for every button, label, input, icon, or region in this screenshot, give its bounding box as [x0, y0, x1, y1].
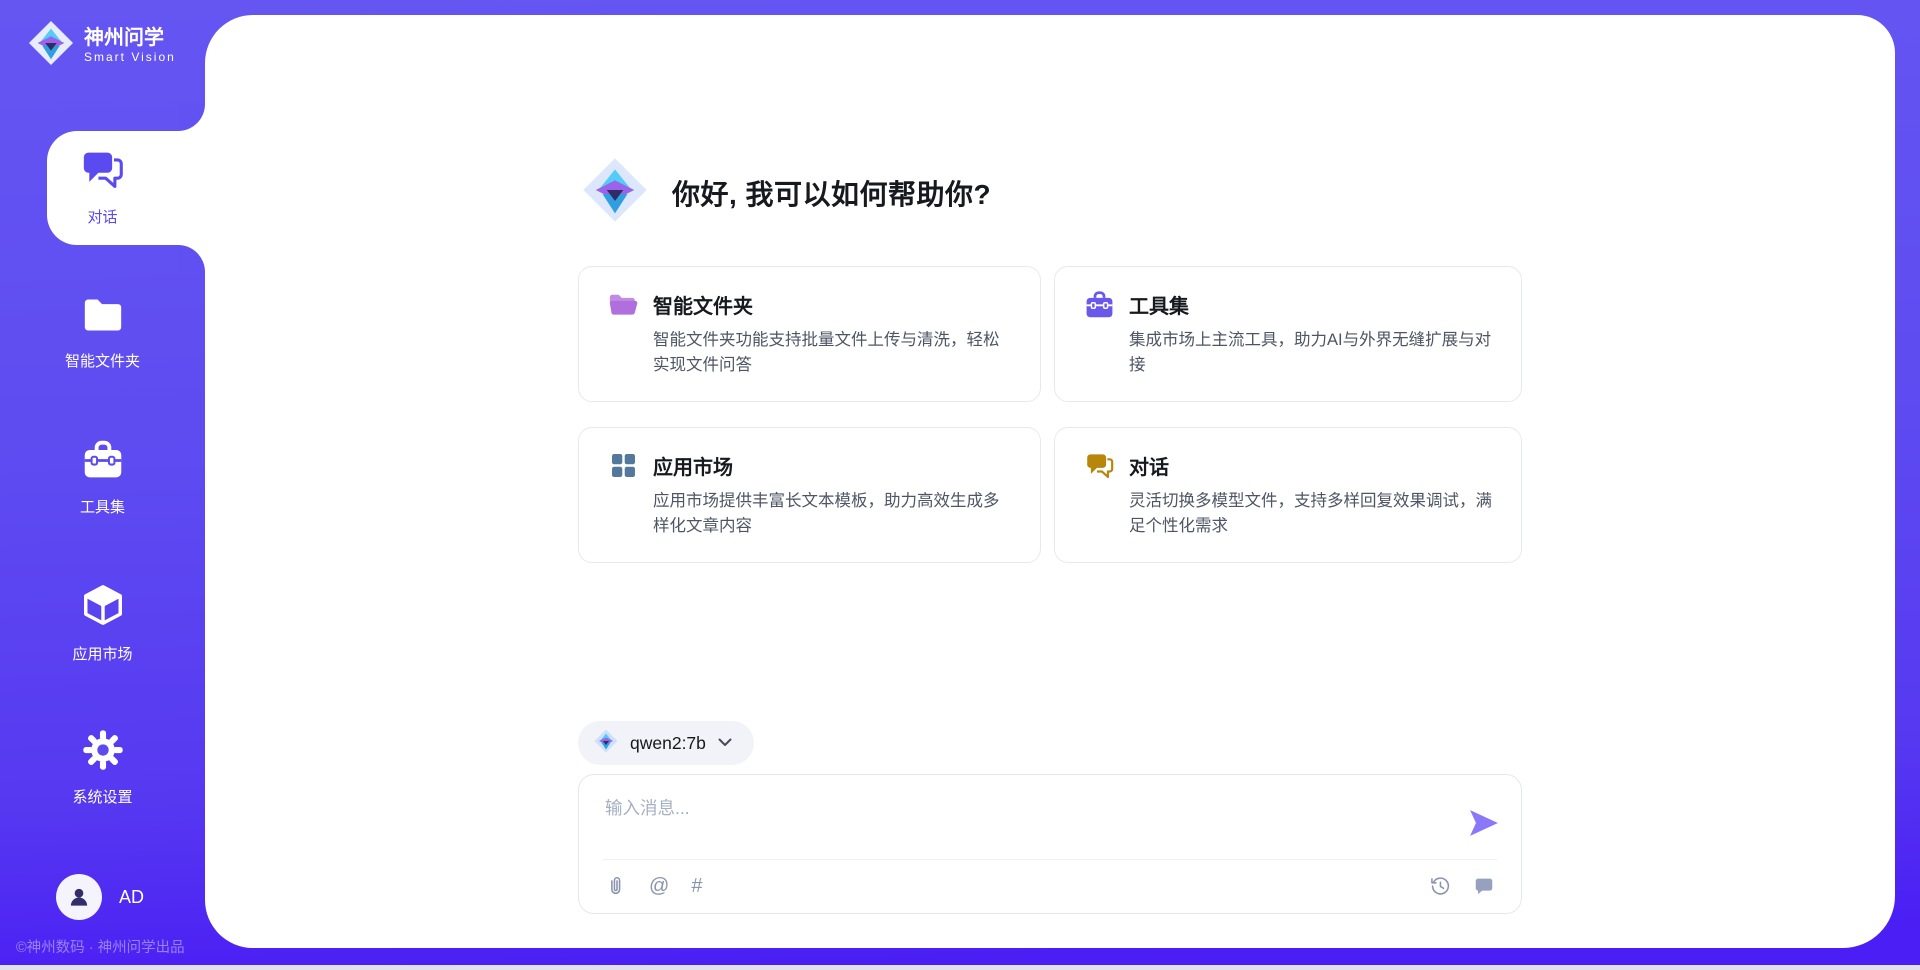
- model-selector[interactable]: qwen2:7b: [578, 721, 754, 765]
- grid-icon: [607, 449, 640, 482]
- sidebar-item-label: 系统设置: [72, 786, 132, 807]
- person-icon: [66, 884, 92, 910]
- user-name: AD: [119, 887, 144, 908]
- folder-icon: [81, 295, 125, 340]
- feedback-bubble-icon[interactable]: [1473, 875, 1495, 897]
- send-icon[interactable]: [1469, 809, 1499, 842]
- cube-icon: [80, 582, 126, 633]
- folder-open-icon: [607, 288, 640, 321]
- main-panel: 你好, 我可以如何帮助你? 智能文件夹 智能文件夹功能支持批量文件上传与清洗，轻…: [205, 15, 1895, 948]
- card-toolbox[interactable]: 工具集 集成市场上主流工具，助力AI与外界无缝扩展与对接: [1054, 266, 1522, 402]
- card-title: 对话: [1129, 451, 1169, 480]
- message-composer: @ #: [578, 774, 1522, 914]
- concave-corner-bottom: [178, 245, 205, 272]
- sidebar-item-smart-folder[interactable]: 智能文件夹: [0, 276, 205, 390]
- card-title: 智能文件夹: [653, 290, 753, 319]
- model-diamond-icon: [594, 729, 618, 758]
- user-profile[interactable]: AD: [56, 874, 144, 920]
- card-description: 集成市场上主流工具，助力AI与外界无缝扩展与对接: [1129, 328, 1493, 378]
- card-description: 智能文件夹功能支持批量文件上传与清洗，轻松实现文件问答: [653, 328, 1012, 378]
- card-title: 应用市场: [653, 451, 733, 480]
- greeting-block: 你好, 我可以如何帮助你?: [582, 157, 1522, 228]
- feature-cards: 智能文件夹 智能文件夹功能支持批量文件上传与清洗，轻松实现文件问答: [578, 266, 1522, 563]
- chevron-down-icon: [718, 734, 732, 752]
- history-icon[interactable]: [1429, 875, 1451, 897]
- brand-diamond-icon: [28, 20, 74, 71]
- card-description: 灵活切换多模型文件，支持多样回复效果调试，满足个性化需求: [1129, 489, 1493, 539]
- composer-toolbar: @ #: [605, 859, 1495, 913]
- toolbox-icon: [1083, 288, 1116, 321]
- chat-icon: [81, 149, 125, 196]
- mention-icon[interactable]: @: [649, 876, 669, 896]
- sidebar: 神州问学 Smart Vision: [0, 0, 205, 970]
- sidebar-item-label: 对话: [87, 206, 117, 227]
- card-app-market[interactable]: 应用市场 应用市场提供丰富长文本模板，助力高效生成多样化文章内容: [578, 427, 1041, 563]
- toolbox-icon: [81, 439, 125, 486]
- topic-icon[interactable]: #: [691, 876, 702, 896]
- sidebar-item-label: 应用市场: [72, 643, 132, 664]
- card-title: 工具集: [1129, 290, 1189, 319]
- brand-logo: 神州问学 Smart Vision: [28, 20, 176, 71]
- attach-icon[interactable]: [605, 875, 627, 897]
- chat-icon: [1083, 449, 1116, 482]
- sidebar-item-chat[interactable]: 对话: [0, 131, 205, 245]
- assistant-diamond-icon: [582, 157, 648, 228]
- model-name: qwen2:7b: [630, 733, 706, 754]
- avatar: [56, 874, 102, 920]
- sidebar-item-toolbox[interactable]: 工具集: [0, 421, 205, 535]
- screen-bottom-edge: [0, 965, 1920, 970]
- copyright-footer: ©神州数码 · 神州问学出品: [16, 936, 185, 957]
- greeting-title: 你好, 我可以如何帮助你?: [672, 173, 991, 213]
- sidebar-item-settings[interactable]: 系统设置: [0, 711, 205, 825]
- card-smart-folder[interactable]: 智能文件夹 智能文件夹功能支持批量文件上传与清洗，轻松实现文件问答: [578, 266, 1041, 402]
- sidebar-item-label: 智能文件夹: [65, 350, 140, 371]
- sidebar-item-label: 工具集: [80, 496, 125, 517]
- message-input[interactable]: [605, 795, 1425, 853]
- gear-icon: [82, 729, 124, 776]
- sidebar-nav: 对话 智能文件夹: [0, 131, 205, 856]
- card-chat[interactable]: 对话 灵活切换多模型文件，支持多样回复效果调试，满足个性化需求: [1054, 427, 1522, 563]
- card-description: 应用市场提供丰富长文本模板，助力高效生成多样化文章内容: [653, 489, 1012, 539]
- brand-name: 神州问学: [84, 27, 176, 50]
- brand-subtitle: Smart Vision: [84, 50, 176, 64]
- sidebar-item-app-market[interactable]: 应用市场: [0, 566, 205, 680]
- concave-corner-top: [178, 104, 205, 131]
